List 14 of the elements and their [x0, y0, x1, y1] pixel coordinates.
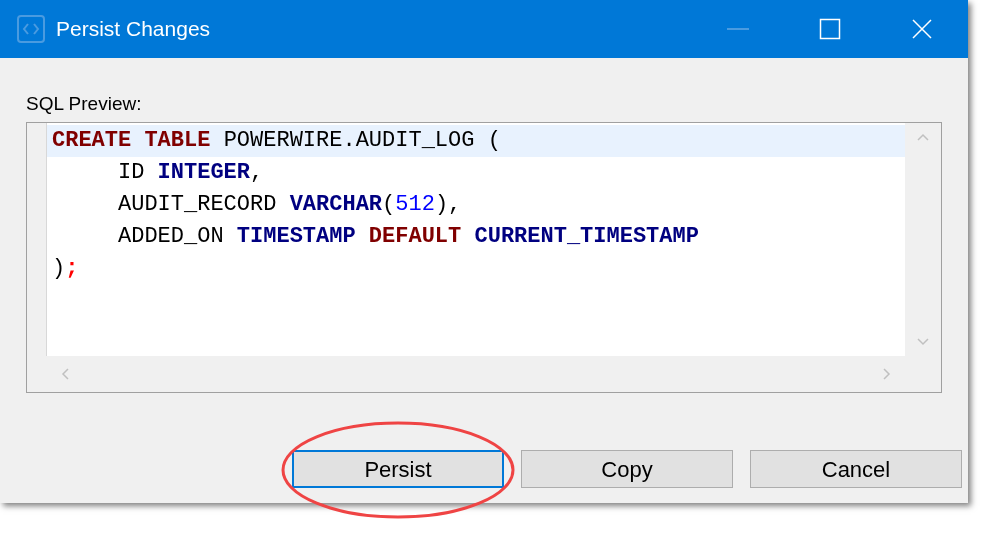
dialog-button[interactable]: Copy [521, 450, 733, 488]
code-line: AUDIT_RECORD VARCHAR(512), [117, 191, 463, 219]
code-line: ADDED_ON TIMESTAMP DEFAULT CURRENT_TIMESTAMP [117, 223, 700, 251]
code-line: ); [51, 255, 80, 283]
window-title: Persist Changes [56, 16, 212, 43]
dialog-button[interactable]: Persist [292, 450, 504, 488]
scroll-up-icon[interactable] [917, 133, 929, 141]
dialog-button[interactable]: Cancel [750, 450, 962, 488]
sql-preview-label: SQL Preview: [26, 92, 143, 116]
scroll-right-icon[interactable] [883, 368, 891, 380]
scroll-down-icon[interactable] [917, 338, 929, 346]
scroll-left-icon[interactable] [61, 368, 69, 380]
code-window-icon [16, 14, 46, 44]
code-line: ID INTEGER, [117, 159, 265, 187]
